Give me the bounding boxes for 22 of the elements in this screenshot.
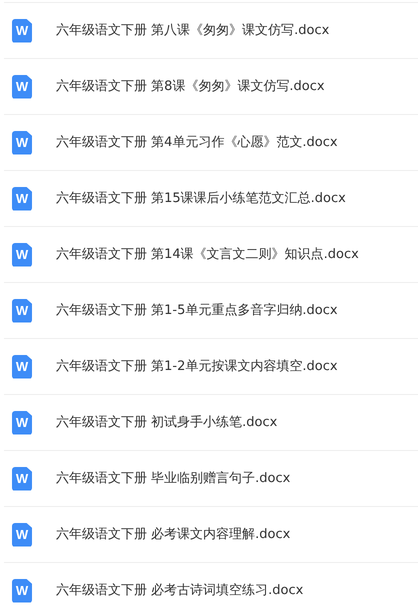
file-type-badge: W (12, 410, 32, 434)
file-type-badge: W (12, 466, 32, 490)
file-type-badge: W (12, 522, 32, 546)
file-name[interactable]: 六年级语文下册 初试身手小练笔.docx (56, 412, 278, 432)
file-type-badge: W (12, 186, 32, 210)
file-type-badge: W (12, 130, 32, 154)
file-type-badge: W (12, 18, 32, 42)
file-name[interactable]: 六年级语文下册 第4单元习作《心愿》范文.docx (56, 132, 338, 152)
file-type-badge: W (12, 354, 32, 378)
file-name[interactable]: 六年级语文下册 第8课《匆匆》课文仿写.docx (56, 76, 325, 96)
file-name[interactable]: 六年级语文下册 第1-5单元重点多音字归纳.docx (56, 300, 338, 320)
file-name[interactable]: 六年级语文下册 必考古诗词填空练习.docx (56, 580, 304, 600)
file-type-badge: W (12, 298, 32, 322)
file-name[interactable]: 六年级语文下册 第14课《文言文二则》知识点.docx (56, 244, 359, 264)
file-type-badge: W (12, 242, 32, 266)
file-type-badge: W (12, 74, 32, 98)
file-name[interactable]: 六年级语文下册 必考课文内容理解.docx (56, 524, 290, 544)
file-name[interactable]: 六年级语文下册 毕业临别赠言句子.docx (56, 468, 290, 488)
file-name[interactable]: 六年级语文下册 第八课《匆匆》课文仿写.docx (56, 20, 330, 40)
file-name[interactable]: 六年级语文下册 第1-2单元按课文内容填空.docx (56, 356, 338, 376)
file-name[interactable]: 六年级语文下册 第15课课后小练笔范文汇总.docx (56, 188, 346, 208)
file-type-badge: W (12, 578, 32, 602)
